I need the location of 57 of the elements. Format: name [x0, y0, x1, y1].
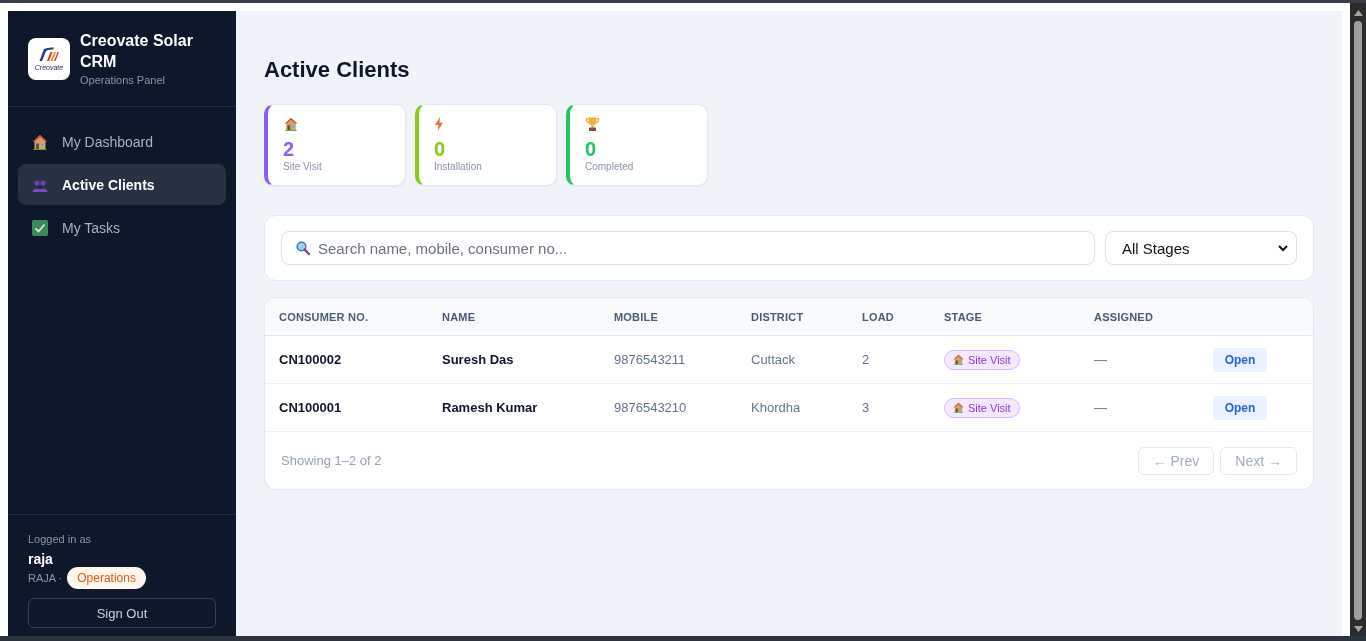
nav-item[interactable]: My Tasks [18, 207, 226, 248]
app-subtitle: Operations Panel [80, 73, 166, 88]
house-icon [953, 354, 964, 365]
stage-select[interactable]: All Stages [1105, 231, 1297, 265]
user-name: raja [28, 551, 54, 567]
scrollbar-thumb[interactable] [1354, 21, 1362, 620]
nav-item[interactable]: My Dashboard [18, 121, 226, 162]
stat-label: Completed [585, 160, 635, 173]
page-title: Active Clients [264, 56, 411, 84]
checkbox-icon [32, 219, 48, 236]
stage-label: Site Visit [968, 353, 1011, 366]
table-cell: 9876543211 [614, 352, 686, 367]
scroll-up-arrow-icon[interactable] [1353, 10, 1363, 16]
table-cell: Suresh Das [442, 352, 514, 367]
app-title: Creovate Solar CRM [80, 31, 194, 72]
column-header: NAME [442, 310, 477, 323]
house-icon [32, 133, 48, 150]
house-icon [283, 117, 299, 131]
column-header: DISTRICT [751, 310, 805, 323]
role-badge: Operations [67, 567, 146, 589]
table-cell: 3 [862, 400, 870, 415]
logged-in-caption: Logged in as [28, 532, 92, 547]
table-cell: Ramesh Kumar [442, 400, 538, 415]
table-cell: 2 [862, 352, 870, 367]
table-cell: Khordha [751, 400, 801, 415]
column-header: LOAD [862, 310, 895, 323]
stat-label: Site Visit [283, 160, 323, 173]
search-field[interactable]: Search name, mobile, consumer no... [281, 231, 1095, 265]
nav-item[interactable]: Active Clients [18, 164, 226, 205]
table-cell: CN100001 [279, 400, 342, 415]
stat-label: Installation [434, 160, 483, 173]
column-header: ASSIGNED [1094, 310, 1155, 323]
search-icon [296, 241, 310, 255]
chevron-down-icon [1278, 244, 1288, 252]
column-header: MOBILE [614, 310, 659, 323]
stage-label: Site Visit [968, 401, 1011, 414]
table-cell: CN100002 [279, 352, 342, 367]
scroll-down-arrow-icon[interactable] [1353, 626, 1363, 632]
scrollbar[interactable] [1350, 3, 1366, 636]
table-cell: — [1094, 352, 1107, 367]
table-cell: 9876543210 [614, 400, 687, 415]
open-button[interactable]: Open [1213, 347, 1267, 372]
open-button[interactable]: Open [1213, 395, 1267, 420]
stat-value: 0 [585, 138, 598, 160]
user-handle: RAJA · [28, 572, 63, 584]
logo-stripes-icon [39, 46, 59, 63]
sign-out-button[interactable]: Sign Out [28, 598, 216, 628]
pagination-summary: Showing 1–2 of 2 [281, 453, 382, 468]
table-cell: — [1094, 400, 1107, 415]
table-cell: Cuttack [751, 352, 796, 367]
stat-value: 0 [434, 138, 447, 160]
column-header: STAGE [944, 310, 984, 323]
trophy-icon [585, 117, 600, 131]
column-header: CONSUMER NO. [279, 310, 370, 323]
stat-value: 2 [283, 138, 296, 160]
house-icon [953, 402, 964, 413]
lightning-icon [434, 117, 444, 131]
